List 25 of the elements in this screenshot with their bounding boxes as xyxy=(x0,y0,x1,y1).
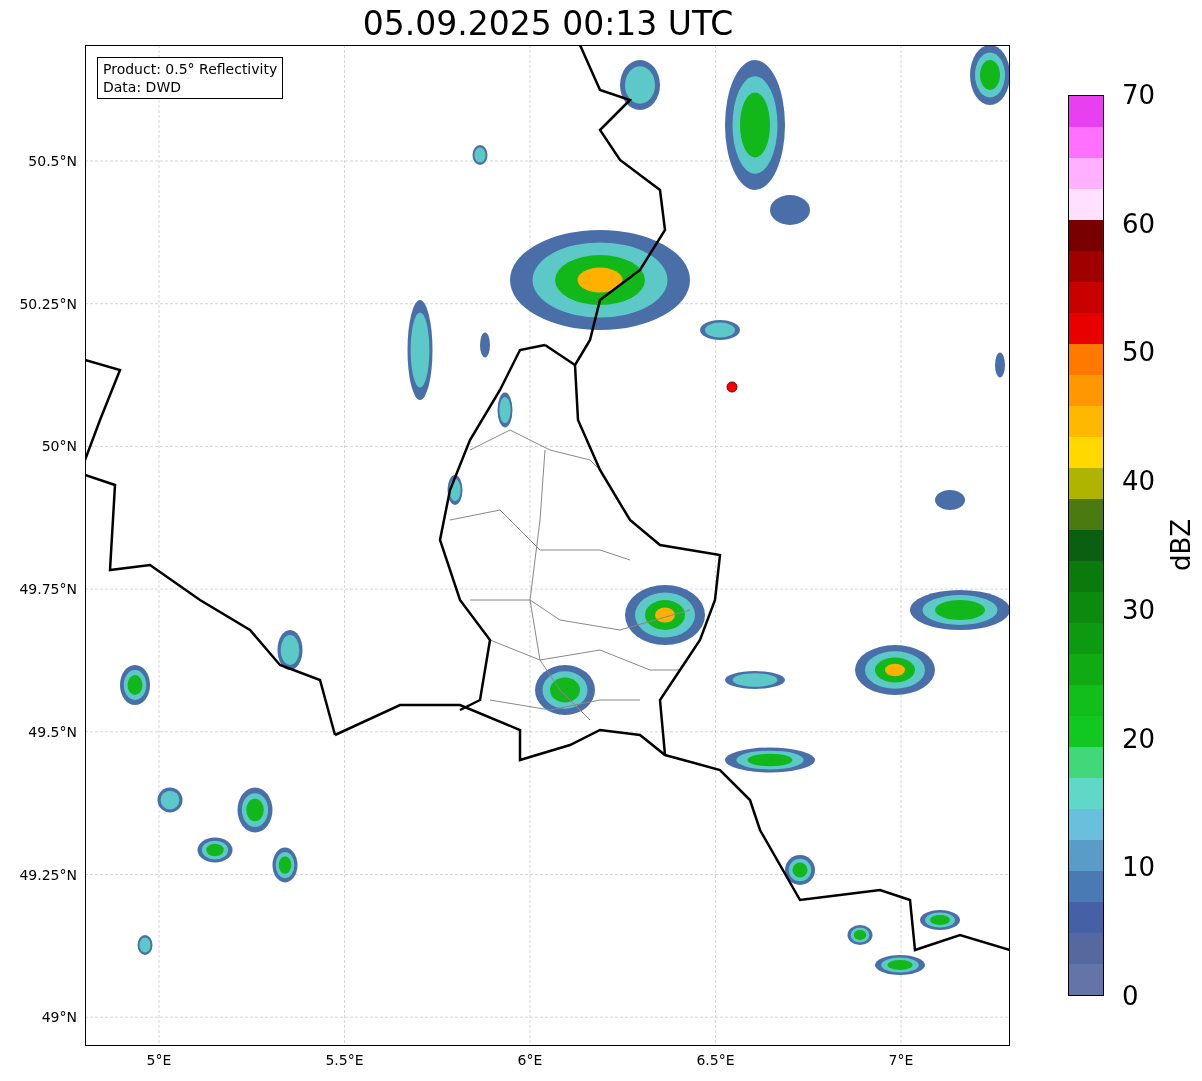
latitude-label: 50°N xyxy=(40,438,77,455)
longitude-label: 5°E xyxy=(145,1052,173,1068)
latitude-label: 50.5°N xyxy=(27,153,77,169)
longitude-label: 6°E xyxy=(516,1052,544,1068)
colorbar-tick-label: 10 xyxy=(1122,852,1156,883)
colorbar-tick-label: 70 xyxy=(1122,80,1156,110)
colorbar-tick-label: 20 xyxy=(1122,723,1156,754)
chart-title: 05.09.2025 00:13 UTC xyxy=(361,3,735,45)
info-text: Product: 0.5° Reflectivity xyxy=(103,60,278,78)
colorbar-tick-label: 40 xyxy=(1122,466,1156,497)
station-marker-icon xyxy=(726,381,738,393)
colorbar-tick-label: 50 xyxy=(1122,337,1156,368)
colorbar-tick-label: 30 xyxy=(1122,594,1156,625)
colorbar-tick-label: 0 xyxy=(1122,981,1139,1011)
latitude-label: 49.5°N xyxy=(27,723,77,740)
longitude-label: 6.5°E xyxy=(695,1052,736,1068)
info-text: Data: DWD xyxy=(103,78,182,96)
colorbar-tick-label: 60 xyxy=(1122,208,1156,239)
longitude-label: 5.5°E xyxy=(324,1052,365,1068)
latitude-label: 50.25°N xyxy=(18,295,77,312)
latitude-label: 49°N xyxy=(40,1009,77,1026)
latitude-label: 49.25°N xyxy=(18,866,77,883)
latitude-label: 49.75°N xyxy=(18,581,77,598)
longitude-label: 7°E xyxy=(887,1052,915,1068)
colorbar-label: dBZ xyxy=(1166,518,1197,572)
